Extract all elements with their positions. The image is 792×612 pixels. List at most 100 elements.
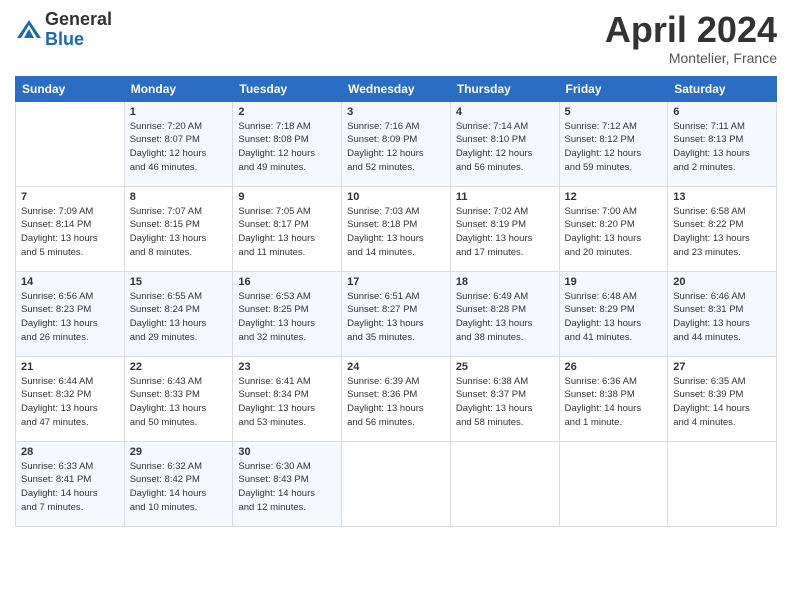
day-info: Sunrise: 6:48 AMSunset: 8:29 PMDaylight:… [565,290,663,345]
logo-general: General [45,10,112,30]
col-header-monday: Monday [124,76,233,101]
day-info: Sunrise: 6:51 AMSunset: 8:27 PMDaylight:… [347,290,445,345]
col-header-thursday: Thursday [450,76,559,101]
day-number: 1 [130,106,228,118]
day-info: Sunrise: 6:58 AMSunset: 8:22 PMDaylight:… [673,205,771,260]
day-number: 10 [347,191,445,203]
day-info: Sunrise: 6:32 AMSunset: 8:42 PMDaylight:… [130,460,228,515]
day-info: Sunrise: 7:11 AMSunset: 8:13 PMDaylight:… [673,120,771,175]
day-cell: 1 Sunrise: 7:20 AMSunset: 8:07 PMDaylight… [124,101,233,186]
day-cell: 3Sunrise: 7:16 AMSunset: 8:09 PMDaylight… [342,101,451,186]
day-info: Sunrise: 7:12 AMSunset: 8:12 PMDaylight:… [565,120,663,175]
day-info: Sunrise: 6:35 AMSunset: 8:39 PMDaylight:… [673,375,771,430]
day-info: Sunrise: 7:00 AMSunset: 8:20 PMDaylight:… [565,205,663,260]
day-info: Sunrise: 7:14 AMSunset: 8:10 PMDaylight:… [456,120,554,175]
day-info: Sunrise: 7:03 AMSunset: 8:18 PMDaylight:… [347,205,445,260]
day-info: Sunrise: 6:30 AMSunset: 8:43 PMDaylight:… [238,460,336,515]
day-cell: 17 Sunrise: 6:51 AMSunset: 8:27 PMDayligh… [342,271,451,356]
day-cell: 18 Sunrise: 6:49 AMSunset: 8:28 PMDayligh… [450,271,559,356]
week-row: 1 Sunrise: 7:20 AMSunset: 8:07 PMDaylight… [16,101,777,186]
day-number: 2 [238,106,336,118]
day-cell: 23Sunrise: 6:41 AMSunset: 8:34 PMDayligh… [233,356,342,441]
week-row: 28Sunrise: 6:33 AMSunset: 8:41 PMDayligh… [16,441,777,526]
day-info: Sunrise: 6:55 AMSunset: 8:24 PMDaylight:… [130,290,228,345]
day-cell: 12Sunrise: 7:00 AMSunset: 8:20 PMDayligh… [559,186,668,271]
day-info: Sunrise: 6:36 AMSunset: 8:38 PMDaylight:… [565,375,663,430]
col-header-saturday: Saturday [668,76,777,101]
day-number: 11 [456,191,554,203]
day-info: Sunrise: 7:02 AMSunset: 8:19 PMDaylight:… [456,205,554,260]
day-info: Sunrise: 6:53 AMSunset: 8:25 PMDaylight:… [238,290,336,345]
day-number: 16 [238,276,336,288]
day-number: 8 [130,191,228,203]
day-info: Sunrise: 7:20 AMSunset: 8:07 PMDaylight:… [130,120,228,175]
day-number: 25 [456,361,554,373]
day-info: Sunrise: 6:44 AMSunset: 8:32 PMDaylight:… [21,375,119,430]
day-number: 26 [565,361,663,373]
day-cell: 6Sunrise: 7:11 AMSunset: 8:13 PMDaylight… [668,101,777,186]
day-cell: 26 Sunrise: 6:36 AMSunset: 8:38 PMDayligh… [559,356,668,441]
day-cell: 19 Sunrise: 6:48 AMSunset: 8:29 PMDayligh… [559,271,668,356]
day-number: 7 [21,191,119,203]
day-cell: 14Sunrise: 6:56 AMSunset: 8:23 PMDayligh… [16,271,125,356]
day-cell [668,441,777,526]
title-area: April 2024 Montelier, France [605,10,777,66]
day-info: Sunrise: 6:39 AMSunset: 8:36 PMDaylight:… [347,375,445,430]
day-cell: 8Sunrise: 7:07 AMSunset: 8:15 PMDaylight… [124,186,233,271]
day-cell: 10 Sunrise: 7:03 AMSunset: 8:18 PMDayligh… [342,186,451,271]
day-info: Sunrise: 6:33 AMSunset: 8:41 PMDaylight:… [21,460,119,515]
day-cell [16,101,125,186]
day-cell: 13 Sunrise: 6:58 AMSunset: 8:22 PMDayligh… [668,186,777,271]
day-cell: 29 Sunrise: 6:32 AMSunset: 8:42 PMDayligh… [124,441,233,526]
day-info: Sunrise: 7:05 AMSunset: 8:17 PMDaylight:… [238,205,336,260]
day-info: Sunrise: 6:49 AMSunset: 8:28 PMDaylight:… [456,290,554,345]
day-number: 20 [673,276,771,288]
day-cell: 21 Sunrise: 6:44 AMSunset: 8:32 PMDayligh… [16,356,125,441]
day-info: Sunrise: 6:38 AMSunset: 8:37 PMDaylight:… [456,375,554,430]
day-number: 4 [456,106,554,118]
day-number: 18 [456,276,554,288]
day-number: 15 [130,276,228,288]
col-header-tuesday: Tuesday [233,76,342,101]
day-cell: 15 Sunrise: 6:55 AMSunset: 8:24 PMDayligh… [124,271,233,356]
day-cell: 4 Sunrise: 7:14 AMSunset: 8:10 PMDaylight… [450,101,559,186]
month-title: April 2024 [605,10,777,50]
day-cell [342,441,451,526]
logo: General Blue [15,10,112,50]
day-cell: 28Sunrise: 6:33 AMSunset: 8:41 PMDayligh… [16,441,125,526]
day-cell: 25 Sunrise: 6:38 AMSunset: 8:37 PMDayligh… [450,356,559,441]
week-row: 14Sunrise: 6:56 AMSunset: 8:23 PMDayligh… [16,271,777,356]
day-cell: 5 Sunrise: 7:12 AMSunset: 8:12 PMDaylight… [559,101,668,186]
logo-blue: Blue [45,30,112,50]
day-number: 29 [130,446,228,458]
day-number: 23 [238,361,336,373]
day-info: Sunrise: 7:09 AMSunset: 8:14 PMDaylight:… [21,205,119,260]
day-cell: 30Sunrise: 6:30 AMSunset: 8:43 PMDayligh… [233,441,342,526]
day-info: Sunrise: 6:46 AMSunset: 8:31 PMDaylight:… [673,290,771,345]
day-number: 19 [565,276,663,288]
day-number: 5 [565,106,663,118]
day-cell: 27Sunrise: 6:35 AMSunset: 8:39 PMDayligh… [668,356,777,441]
day-cell: 24 Sunrise: 6:39 AMSunset: 8:36 PMDayligh… [342,356,451,441]
day-info: Sunrise: 6:56 AMSunset: 8:23 PMDaylight:… [21,290,119,345]
day-cell [559,441,668,526]
col-header-wednesday: Wednesday [342,76,451,101]
day-info: Sunrise: 7:16 AMSunset: 8:09 PMDaylight:… [347,120,445,175]
day-number: 24 [347,361,445,373]
day-cell: 20 Sunrise: 6:46 AMSunset: 8:31 PMDayligh… [668,271,777,356]
day-number: 13 [673,191,771,203]
day-cell: 16 Sunrise: 6:53 AMSunset: 8:25 PMDayligh… [233,271,342,356]
day-cell: 11 Sunrise: 7:02 AMSunset: 8:19 PMDayligh… [450,186,559,271]
location: Montelier, France [605,50,777,66]
day-number: 22 [130,361,228,373]
day-number: 9 [238,191,336,203]
day-info: Sunrise: 6:43 AMSunset: 8:33 PMDaylight:… [130,375,228,430]
calendar-table: SundayMondayTuesdayWednesdayThursdayFrid… [15,76,777,527]
day-number: 21 [21,361,119,373]
logo-text: General Blue [45,10,112,50]
day-number: 17 [347,276,445,288]
week-row: 21 Sunrise: 6:44 AMSunset: 8:32 PMDayligh… [16,356,777,441]
day-info: Sunrise: 7:18 AMSunset: 8:08 PMDaylight:… [238,120,336,175]
day-cell: 9 Sunrise: 7:05 AMSunset: 8:17 PMDaylight… [233,186,342,271]
logo-icon [15,16,43,44]
